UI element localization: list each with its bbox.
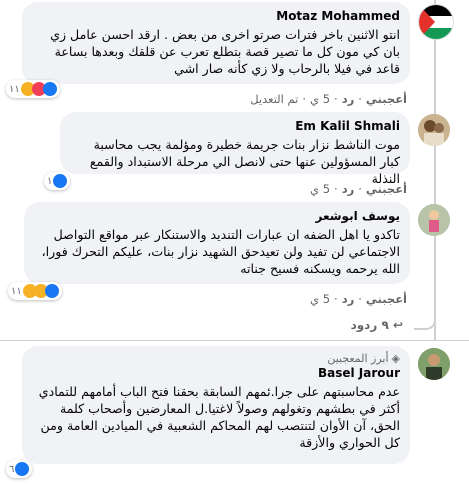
- reply-arrow-icon: ↩: [388, 318, 403, 332]
- timestamp[interactable]: 5 ي: [310, 92, 330, 106]
- thread-connector: [414, 300, 436, 330]
- timestamp[interactable]: 5 ي: [310, 292, 330, 306]
- reply-button[interactable]: رد: [342, 92, 355, 106]
- comment-author[interactable]: يوسف ابوشعر: [316, 208, 400, 224]
- timestamp[interactable]: 5 ي: [310, 182, 330, 196]
- comment-text: انتو الاثنين باخر فترات صرتو اخرى من بعض…: [50, 27, 400, 76]
- top-fan-label: أبرز المعجبين: [327, 352, 389, 365]
- comment-actions: أعجبني · رد · 5 ي: [310, 292, 407, 306]
- reaction-summary[interactable]: ١١: [8, 282, 62, 300]
- reaction-summary[interactable]: ١١: [6, 80, 60, 98]
- like-button[interactable]: أعجبني: [366, 182, 407, 196]
- like-reaction-icon: [44, 284, 59, 298]
- palestine-flag-avatar-icon: [419, 5, 453, 39]
- comment-text: عدم محاسبتهم على جرا.ئمهم السابقة بحقنا …: [38, 384, 400, 450]
- like-button[interactable]: أعجبني: [366, 292, 407, 306]
- like-button[interactable]: أعجبني: [366, 92, 407, 106]
- view-replies-button[interactable]: ↩ ٩ ردود: [351, 318, 403, 332]
- reply-button[interactable]: رد: [342, 292, 355, 306]
- reaction-summary[interactable]: ٦: [6, 460, 33, 478]
- comment-author[interactable]: Em Kalil Shmali: [295, 118, 400, 134]
- avatar[interactable]: [418, 114, 450, 146]
- comment-author[interactable]: Motaz Mohammed: [276, 8, 400, 24]
- comment-actions: أعجبني · رد · 5 ي · تم التعديل: [250, 92, 407, 106]
- replies-count[interactable]: ٩ ردود: [351, 318, 389, 332]
- person-avatar-icon: [418, 348, 450, 380]
- reply-button[interactable]: رد: [342, 182, 355, 196]
- child-avatar-icon: [418, 204, 450, 236]
- like-reaction-icon: [53, 174, 68, 188]
- thread-line: [434, 0, 436, 340]
- comment-bubble: ◈ أبرز المعجبين Basel Jarour عدم محاسبته…: [22, 346, 410, 464]
- reaction-count: ١١: [11, 285, 22, 297]
- avatar[interactable]: [418, 4, 454, 40]
- avatar[interactable]: [418, 348, 450, 380]
- comment-bubble: Motaz Mohammed انتو الاثنين باخر فترات ص…: [22, 2, 410, 84]
- comment-author[interactable]: Basel Jarour: [318, 365, 400, 381]
- comment-bubble: Em Kalil Shmali موت الناشط نزار بنات جري…: [60, 112, 410, 186]
- comment-bubble: يوسف ابوشعر تاكدو يا اهل الضفه ان عبارات…: [24, 202, 410, 284]
- avatar[interactable]: [418, 204, 450, 236]
- reaction-count: ١١: [9, 83, 20, 95]
- reaction-count: ١: [47, 175, 53, 187]
- comment-text: موت الناشط نزار بنات جريمة خطيرة ومؤلمة …: [89, 137, 400, 186]
- edited-label: تم التعديل: [250, 92, 299, 106]
- comment-actions: أعجبني · رد · 5 ي: [310, 182, 407, 196]
- person-avatar-icon: [418, 114, 450, 146]
- like-reaction-icon: [42, 82, 57, 96]
- reaction-summary[interactable]: ١: [44, 172, 71, 190]
- diamond-icon: ◈: [391, 352, 400, 365]
- like-reaction-icon: [15, 462, 30, 476]
- divider: [0, 340, 469, 341]
- comment-text: تاكدو يا اهل الضفه ان عبارات التنديد وال…: [41, 227, 400, 276]
- top-fan-badge: ◈ أبرز المعجبين: [32, 352, 400, 365]
- reaction-count: ٦: [9, 463, 15, 475]
